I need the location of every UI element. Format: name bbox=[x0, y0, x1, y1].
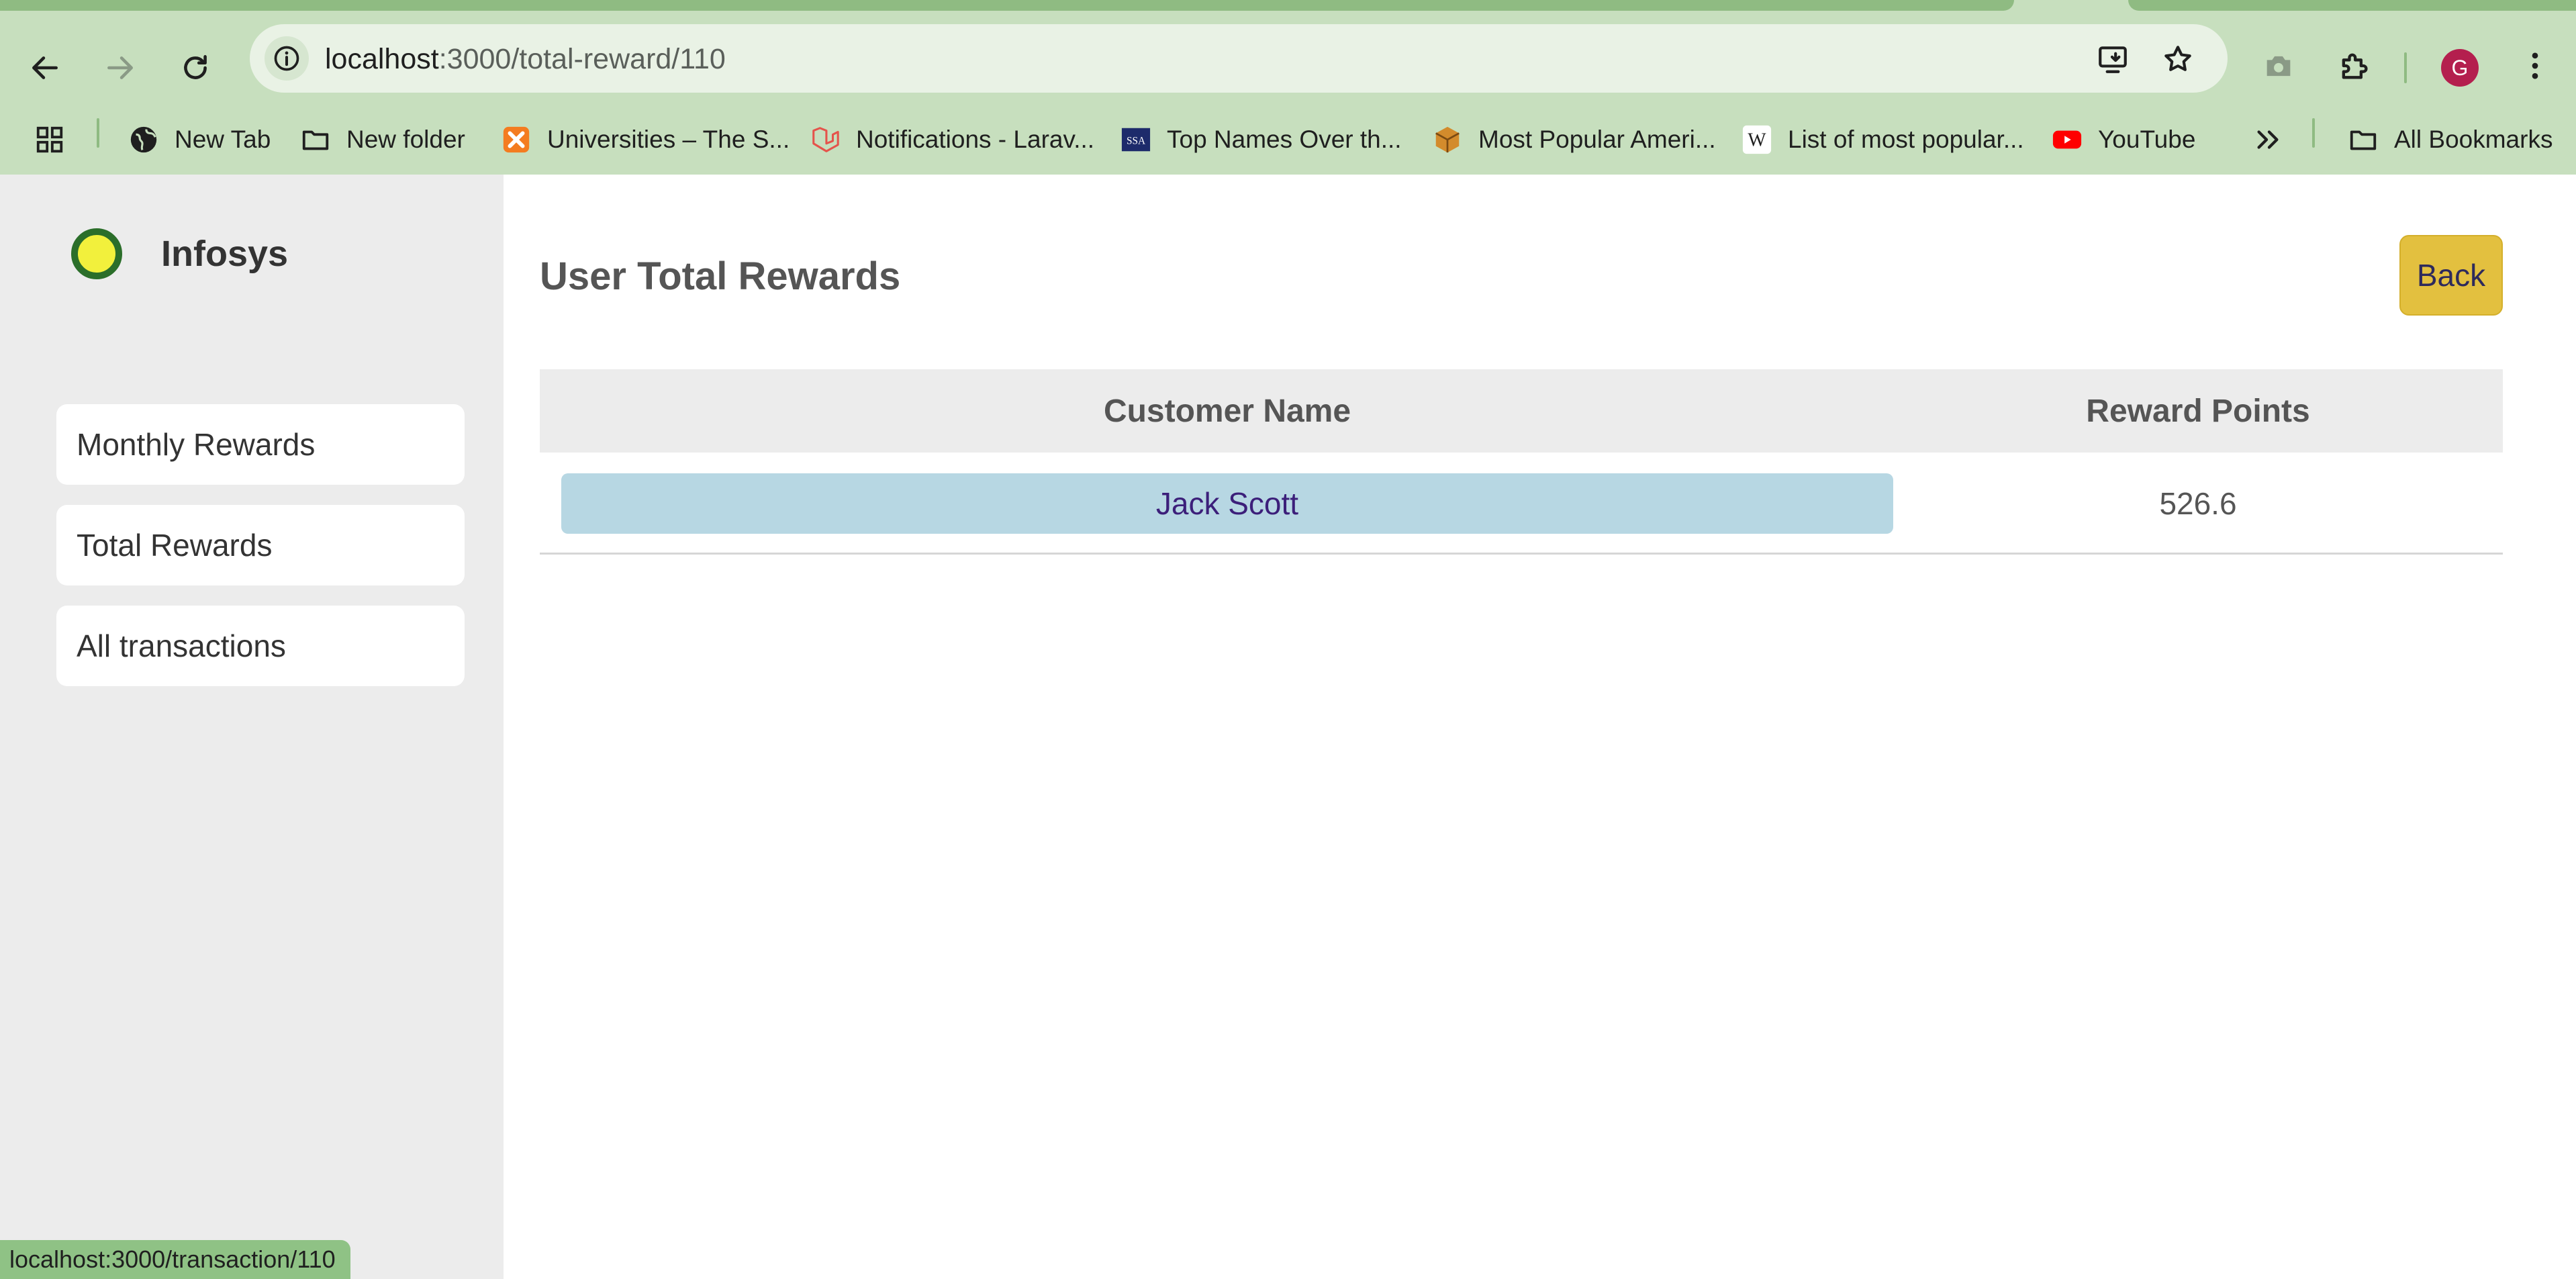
bookmarks-divider bbox=[97, 118, 99, 148]
globe-icon bbox=[128, 124, 160, 156]
bookmark-notifications[interactable]: Notifications - Larav... bbox=[809, 118, 1094, 161]
browser-chrome: localhost:3000/total-reward/110 G New Ta… bbox=[0, 0, 2576, 175]
tab-strip bbox=[0, 0, 2576, 12]
back-button[interactable]: Back bbox=[2399, 235, 2503, 316]
bookmark-label: List of most popular... bbox=[1788, 126, 2024, 153]
bookmark-label: Universities – The S... bbox=[547, 126, 790, 153]
camera-icon[interactable] bbox=[2252, 39, 2305, 93]
folder-icon bbox=[2347, 124, 2379, 156]
page-content: Infosys Monthly Rewards Total Rewards Al… bbox=[0, 175, 2576, 1279]
wikipedia-icon: W bbox=[1741, 124, 1773, 156]
tab-bar-left[interactable] bbox=[0, 0, 2014, 11]
sidebar-item-total-rewards[interactable]: Total Rewards bbox=[56, 505, 465, 585]
sidebar-item-label: Monthly Rewards bbox=[77, 427, 316, 462]
extensions-icon[interactable] bbox=[2327, 39, 2381, 93]
install-app-icon[interactable] bbox=[2093, 39, 2133, 79]
bookmark-star-icon[interactable] bbox=[2158, 39, 2198, 79]
all-bookmarks-label: All Bookmarks bbox=[2394, 126, 2553, 153]
sidebar-item-label: Total Rewards bbox=[77, 528, 273, 563]
sidebar-item-all-transactions[interactable]: All transactions bbox=[56, 606, 465, 686]
brand-name: Infosys bbox=[161, 234, 289, 274]
sidebar-item-label: All transactions bbox=[77, 628, 286, 663]
all-bookmarks-button[interactable]: All Bookmarks bbox=[2347, 118, 2553, 161]
table-row: Jack Scott 526.6 bbox=[540, 453, 2503, 555]
svg-text:W: W bbox=[1748, 130, 1766, 151]
url-text[interactable]: localhost:3000/total-reward/110 bbox=[325, 40, 726, 78]
xampp-icon bbox=[500, 124, 532, 156]
table-header: Customer Name Reward Points bbox=[540, 369, 2503, 453]
bookmark-new-folder[interactable]: New folder bbox=[299, 118, 465, 161]
bookmark-new-tab[interactable]: New Tab bbox=[128, 118, 271, 161]
bookmarks-overflow-icon[interactable] bbox=[2252, 118, 2284, 161]
bookmark-label: Most Popular Ameri... bbox=[1478, 126, 1716, 153]
address-bar[interactable]: localhost:3000/total-reward/110 bbox=[250, 24, 2228, 93]
reload-icon[interactable] bbox=[165, 38, 226, 98]
bookmark-youtube[interactable]: YouTube bbox=[2051, 118, 2195, 161]
bookmark-label: Notifications - Larav... bbox=[856, 126, 1095, 153]
apps-grid-icon[interactable] bbox=[34, 118, 66, 161]
toolbar-divider bbox=[2404, 52, 2407, 83]
browser-toolbar: localhost:3000/total-reward/110 G bbox=[0, 12, 2576, 106]
folder-icon bbox=[299, 124, 332, 156]
url-path: :3000/total-reward/110 bbox=[438, 43, 726, 75]
bookmark-universities[interactable]: Universities – The S... bbox=[500, 118, 790, 161]
tab-bar-right[interactable] bbox=[2128, 0, 2576, 11]
profile-avatar[interactable]: G bbox=[2441, 49, 2479, 87]
bookmark-label: YouTube bbox=[2098, 126, 2196, 153]
rewards-table: Customer Name Reward Points Jack Scott 5… bbox=[540, 369, 2503, 555]
brand-logo-icon bbox=[71, 228, 122, 279]
brand[interactable]: Infosys bbox=[71, 228, 288, 279]
back-arrow-icon[interactable] bbox=[15, 38, 75, 98]
more-menu-icon[interactable] bbox=[2508, 39, 2562, 93]
bookmark-top-names[interactable]: SSA Top Names Over th... bbox=[1120, 118, 1402, 161]
site-info-icon[interactable] bbox=[265, 36, 309, 81]
reward-points-value: 526.6 bbox=[2159, 486, 2237, 521]
box-icon bbox=[1431, 124, 1464, 156]
column-header-reward-points: Reward Points bbox=[2086, 393, 2310, 429]
bookmarks-divider bbox=[2312, 118, 2315, 148]
bookmark-label: New Tab bbox=[175, 126, 271, 153]
customer-name-link[interactable]: Jack Scott bbox=[561, 473, 1893, 534]
column-header-customer-name: Customer Name bbox=[1103, 393, 1351, 429]
bookmark-list-popular[interactable]: W List of most popular... bbox=[1741, 118, 2024, 161]
main-content: User Total Rewards Back Customer Name Re… bbox=[504, 175, 2576, 1279]
bookmark-label: New folder bbox=[346, 126, 465, 153]
laravel-icon bbox=[809, 124, 841, 156]
sidebar: Infosys Monthly Rewards Total Rewards Al… bbox=[0, 175, 504, 1279]
bookmark-label: Top Names Over th... bbox=[1167, 126, 1402, 153]
ssa-icon: SSA bbox=[1120, 124, 1152, 156]
sidebar-item-monthly-rewards[interactable]: Monthly Rewards bbox=[56, 404, 465, 485]
page-title: User Total Rewards bbox=[540, 254, 901, 298]
forward-arrow-icon[interactable] bbox=[90, 38, 150, 98]
status-bar-url: localhost:3000/transaction/110 bbox=[0, 1240, 350, 1279]
bookmark-most-popular[interactable]: Most Popular Ameri... bbox=[1431, 118, 1716, 161]
youtube-icon bbox=[2051, 124, 2083, 156]
url-host: localhost bbox=[325, 43, 439, 75]
svg-text:SSA: SSA bbox=[1127, 136, 1145, 147]
